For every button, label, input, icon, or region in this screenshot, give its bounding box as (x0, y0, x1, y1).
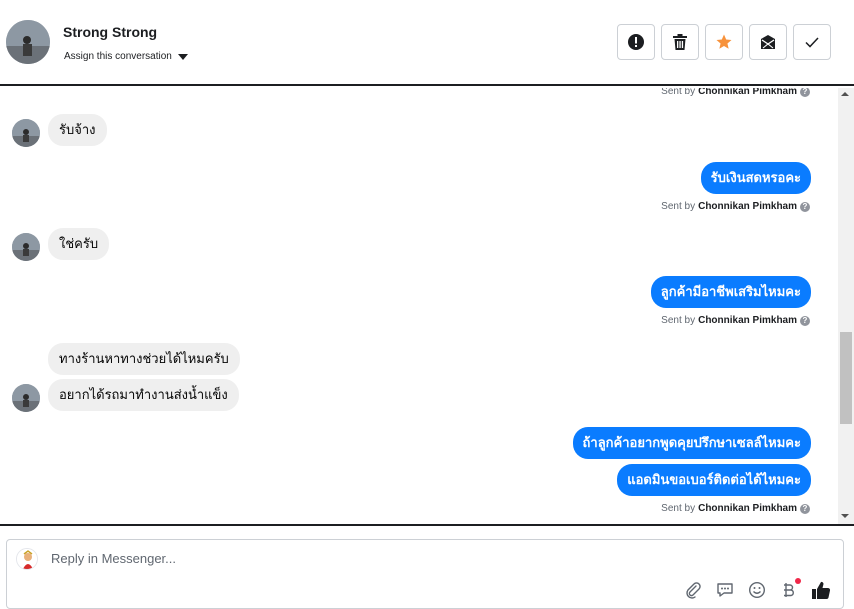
alert-icon (628, 34, 644, 50)
baht-payment-icon (784, 583, 794, 597)
mark-spam-button[interactable] (617, 24, 655, 60)
delete-button[interactable] (661, 24, 699, 60)
help-icon[interactable]: ? (800, 503, 810, 514)
conversation-header: Strong Strong Assign this conversation (0, 0, 854, 86)
composer-divider (0, 524, 854, 526)
help-icon[interactable]: ? (800, 315, 810, 326)
reply-composer (6, 539, 844, 609)
saved-replies-button[interactable] (715, 580, 735, 600)
sent-by-label: Sent by Chonnikan Pimkham ? (661, 503, 810, 514)
sent-by-label: Sent by Chonnikan Pimkham ? (661, 315, 810, 326)
contact-avatar-small (12, 384, 40, 412)
header-actions (617, 24, 831, 60)
notification-dot (795, 578, 801, 584)
chevron-down-icon (177, 53, 188, 60)
help-icon[interactable]: ? (800, 201, 810, 212)
mark-unread-button[interactable] (749, 24, 787, 60)
message-thread: Sent by Chonnikan Pimkham ? รับจ้าง รับเ… (0, 88, 838, 524)
sent-by-label: Sent by Chonnikan Pimkham ? (661, 88, 810, 97)
contact-avatar-small (12, 119, 40, 147)
outgoing-message: ถ้าลูกค้าอยากพูดคุยปรึกษาเซลล์ไหมคะ (572, 427, 811, 459)
composer-tools (683, 578, 831, 600)
thread-scrollbar[interactable] (838, 88, 854, 524)
star-icon (716, 34, 732, 49)
thumbs-up-icon (812, 581, 831, 600)
star-button[interactable] (705, 24, 743, 60)
payment-button[interactable] (779, 578, 801, 600)
like-button[interactable] (811, 580, 831, 600)
trash-icon (673, 34, 687, 50)
outgoing-message: ลูกค้ามีอาชีพเสริมไหมคะ (650, 276, 811, 308)
paperclip-icon (686, 582, 701, 599)
page-avatar (16, 548, 38, 570)
incoming-message: ใช่ครับ (48, 228, 110, 260)
mark-done-button[interactable] (793, 24, 831, 60)
incoming-message: อยากได้รถมาทำงานส่งน้ำแข็ง (48, 379, 239, 411)
help-icon[interactable]: ? (800, 88, 810, 97)
mail-blocked-icon (761, 35, 775, 49)
incoming-message: ทางร้านหาทางช่วยได้ไหมครับ (48, 343, 240, 375)
reply-input[interactable] (51, 551, 651, 566)
contact-avatar-small (12, 233, 40, 261)
sent-by-label: Sent by Chonnikan Pimkham ? (661, 201, 810, 212)
emoji-icon (748, 581, 766, 599)
contact-avatar[interactable] (6, 20, 50, 64)
assign-label: Assign this conversation (64, 51, 172, 62)
check-icon (805, 37, 819, 48)
scrollbar-thumb[interactable] (840, 332, 852, 424)
outgoing-message: แอดมินขอเบอร์ติดต่อได้ไหมคะ (617, 464, 811, 496)
assign-conversation-dropdown[interactable]: Assign this conversation (64, 51, 188, 62)
scroll-down-arrow[interactable] (841, 514, 849, 518)
scroll-up-arrow[interactable] (841, 92, 849, 96)
incoming-message: รับจ้าง (48, 114, 107, 146)
saved-reply-icon (717, 583, 733, 597)
outgoing-message: รับเงินสดหรอคะ (700, 162, 811, 194)
contact-name: Strong Strong (63, 24, 158, 40)
emoji-button[interactable] (747, 580, 767, 600)
attach-button[interactable] (683, 580, 703, 600)
